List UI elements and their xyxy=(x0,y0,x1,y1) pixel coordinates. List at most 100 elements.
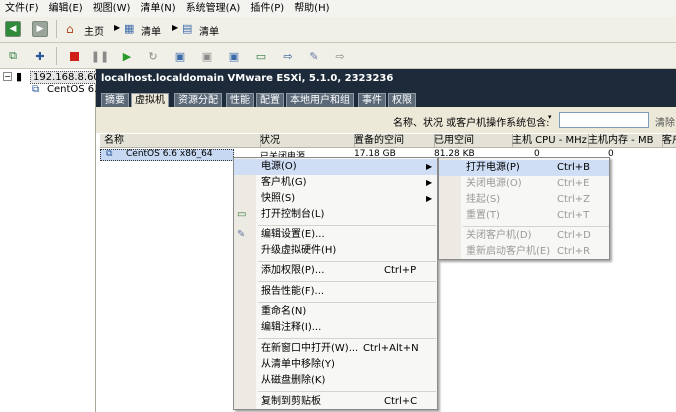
menu-separator xyxy=(258,261,436,262)
menu-item-rename[interactable]: 重命名(N) xyxy=(234,304,437,320)
host-title: localhost.localdomain VMware ESXi, 5.1.0… xyxy=(101,73,394,84)
menu-item-guest[interactable]: 客户机(G) ▶ xyxy=(234,175,437,191)
menu-item-restart-guest[interactable]: 重新启动客户机(E) Ctrl+R xyxy=(439,244,609,260)
menu-plugins[interactable]: 插件(P) xyxy=(245,0,289,17)
menu-bar: 文件(F) 编辑(E) 视图(W) 清单(N) 系统管理(A) 插件(P) 帮助… xyxy=(0,0,676,17)
tab-resource-allocation[interactable]: 资源分配 xyxy=(174,93,222,108)
menu-file[interactable]: 文件(F) xyxy=(0,0,44,17)
forward-arrow-icon: ▶ xyxy=(36,24,44,34)
column-headers: 名称 状况 置备的空间 已用空间 主机 CPU - MHz 主机内存 - MB … xyxy=(100,134,676,148)
breadcrumb-home[interactable]: 主页 xyxy=(84,23,104,38)
navigation-bar: ◀ ▶ ⌂ 主页 ▶ ▦ 清单 ▶ ▤ 清单 xyxy=(0,17,676,43)
menu-view[interactable]: 视图(W) xyxy=(88,0,136,17)
breadcrumb-chevron-icon: ▶ xyxy=(172,23,179,32)
menu-separator xyxy=(463,226,609,227)
menu-item-delete-disk[interactable]: 从磁盘删除(K) xyxy=(234,373,437,389)
new-resource-icon[interactable]: ✚ xyxy=(32,48,48,64)
breadcrumb-inventory-hosts[interactable]: 清单 xyxy=(199,23,219,38)
menu-item-snapshot[interactable]: 快照(S) ▶ xyxy=(234,191,437,207)
menu-separator xyxy=(258,225,436,226)
menu-inventory[interactable]: 清单(N) xyxy=(135,0,180,17)
menu-item-open-new-window[interactable]: 在新窗口中打开(W)... Ctrl+Alt+N xyxy=(234,341,437,357)
menu-item-edit-notes[interactable]: 编辑注释(I)... xyxy=(234,320,437,336)
menu-item-report-performance[interactable]: 报告性能(F)... xyxy=(234,284,437,300)
filter-label: 名称、状况 或客户机操作系统包含: xyxy=(393,118,550,129)
menu-item-reset[interactable]: 重置(T) Ctrl+T xyxy=(439,208,609,224)
menu-separator xyxy=(258,338,436,339)
console-icon[interactable]: ▭ xyxy=(253,48,269,64)
tree-host[interactable]: 192.168.8.60 xyxy=(30,71,103,84)
reset-icon[interactable]: ↻ xyxy=(145,48,161,64)
tab-permissions[interactable]: 权限 xyxy=(388,93,416,108)
menu-item-edit-settings[interactable]: ✎ 编辑设置(E)... xyxy=(234,227,437,243)
filter-bar: 名称、状况 或客户机操作系统包含: ▾ 清除 xyxy=(96,107,676,133)
menu-item-suspend[interactable]: 挂起(S) Ctrl+Z xyxy=(439,192,609,208)
revert-snapshot-icon[interactable]: ▣ xyxy=(199,48,215,64)
col-guest[interactable]: 客户 xyxy=(658,134,676,148)
menu-separator xyxy=(258,281,436,282)
col-host-mem[interactable]: 主机内存 - MB xyxy=(584,134,663,148)
col-provisioned[interactable]: 置备的空间 xyxy=(350,134,435,148)
hosts-icon: ▤ xyxy=(182,22,193,35)
host-header: localhost.localdomain VMware ESXi, 5.1.0… xyxy=(96,69,676,91)
breadcrumb-chevron-icon: ▶ xyxy=(114,23,121,32)
vm-name: CentOS 6.6 x86_64 xyxy=(126,149,213,159)
tab-events[interactable]: 事件 xyxy=(358,93,386,108)
menu-administration[interactable]: 系统管理(A) xyxy=(181,0,246,17)
tab-summary[interactable]: 摘要 xyxy=(101,93,129,108)
menu-item-copy-clipboard[interactable]: 复制到剪贴板 Ctrl+C xyxy=(234,394,437,410)
tab-configuration[interactable]: 配置 xyxy=(256,93,284,108)
filter-dropdown-icon[interactable]: ▾ xyxy=(548,113,552,121)
divider xyxy=(56,20,57,38)
menu-item-remove-inventory[interactable]: 从清单中移除(Y) xyxy=(234,357,437,373)
back-button[interactable]: ◀ xyxy=(5,21,21,37)
filter-input[interactable] xyxy=(559,112,649,128)
vm-icon: ⧉ xyxy=(32,84,40,95)
col-host-cpu[interactable]: 主机 CPU - MHz xyxy=(508,134,589,148)
vm-action-icon[interactable]: ⇨ xyxy=(332,48,348,64)
migrate-icon[interactable]: ⇨ xyxy=(280,48,296,64)
suspend-icon[interactable]: ❚❚ xyxy=(91,48,109,64)
menu-item-open-console[interactable]: ▭ 打开控制台(L) xyxy=(234,207,437,223)
collapse-icon[interactable]: − xyxy=(3,72,12,81)
back-arrow-icon: ◀ xyxy=(9,24,17,34)
power-submenu: 打开电源(P) Ctrl+B 关闭电源(O) Ctrl+E 挂起(S) Ctrl+Z … xyxy=(438,157,610,260)
tab-performance[interactable]: 性能 xyxy=(226,93,254,108)
submenu-arrow-icon: ▶ xyxy=(426,194,433,203)
submenu-arrow-icon: ▶ xyxy=(426,178,433,187)
tab-strip: 摘要 虚拟机 资源分配 性能 配置 本地用户和组 事件 权限 xyxy=(96,91,676,108)
server-icon: ▮ xyxy=(16,70,23,83)
vm-icon: ⧉ xyxy=(106,149,113,159)
snapshot-icon[interactable]: ▣ xyxy=(172,48,188,64)
tab-local-users[interactable]: 本地用户和组 xyxy=(286,93,354,108)
forward-button[interactable]: ▶ xyxy=(32,21,48,37)
menu-item-add-permission[interactable]: 添加权限(P)... Ctrl+P xyxy=(234,263,437,279)
menu-item-shutdown-guest[interactable]: 关闭客户机(D) Ctrl+D xyxy=(439,228,609,244)
divider xyxy=(56,47,57,65)
clear-link[interactable]: 清除 xyxy=(655,114,675,129)
col-used[interactable]: 已用空间 xyxy=(430,134,513,148)
toolbar: ⧉ ✚ ❚❚ ▶ ↻ ▣ ▣ ▣ ▭ ⇨ ✎ ⇨ xyxy=(0,43,676,69)
menu-item-power-off[interactable]: 关闭电源(O) Ctrl+E xyxy=(439,176,609,192)
inventory-tree: − ▮ 192.168.8.60 ⧉ CentOS 6.6 xyxy=(0,69,104,412)
edit-settings-icon[interactable]: ✎ xyxy=(306,48,322,64)
tab-virtual-machines[interactable]: 虚拟机 xyxy=(131,93,169,108)
breadcrumb-inventory[interactable]: 清单 xyxy=(141,23,161,38)
col-name[interactable]: 名称 xyxy=(100,134,261,148)
home-icon: ⌂ xyxy=(66,22,74,36)
menu-help[interactable]: 帮助(H) xyxy=(289,0,334,17)
col-state[interactable]: 状况 xyxy=(256,134,355,148)
submenu-arrow-icon: ▶ xyxy=(426,162,433,171)
menu-separator xyxy=(258,302,436,303)
power-off-icon[interactable] xyxy=(66,48,82,64)
power-on-icon[interactable]: ▶ xyxy=(119,48,135,64)
menu-item-power[interactable]: 电源(O) ▶ xyxy=(234,159,437,175)
console-icon: ▭ xyxy=(237,209,247,220)
menu-edit[interactable]: 编辑(E) xyxy=(44,0,88,17)
snapshot-manager-icon[interactable]: ▣ xyxy=(226,48,242,64)
new-vm-icon[interactable]: ⧉ xyxy=(5,48,21,64)
edit-settings-icon: ✎ xyxy=(237,229,246,240)
menu-item-power-on[interactable]: 打开电源(P) Ctrl+B xyxy=(439,160,609,176)
menu-item-upgrade-hardware[interactable]: 升级虚拟硬件(H) xyxy=(234,243,437,259)
context-menu: 电源(O) ▶ 客户机(G) ▶ 快照(S) ▶ ▭ 打开控制台(L) ✎ 编辑设置(E)… xyxy=(233,157,438,410)
